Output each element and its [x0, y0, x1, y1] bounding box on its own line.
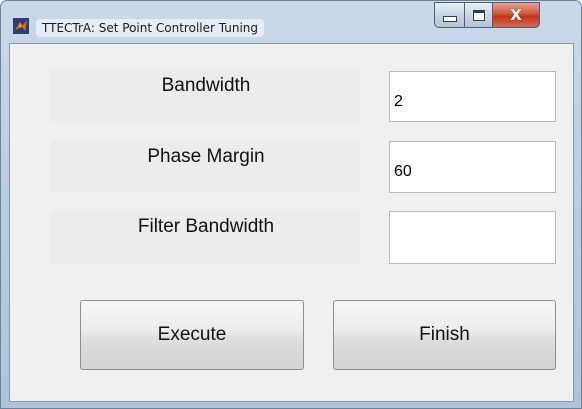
- app-window: TTECTrA: Set Point Controller Tuning X B…: [0, 0, 582, 409]
- maximize-icon: [472, 9, 485, 21]
- maximize-button[interactable]: [464, 2, 492, 28]
- dialog-body: Bandwidth 2 Phase Margin 60 Filter Bandw…: [9, 43, 574, 402]
- window-title: TTECTrA: Set Point Controller Tuning: [36, 19, 265, 37]
- execute-button[interactable]: Execute: [80, 300, 304, 370]
- minimize-button[interactable]: [434, 2, 464, 28]
- filter-bandwidth-input[interactable]: [389, 211, 556, 264]
- finish-button[interactable]: Finish: [333, 300, 556, 370]
- bandwidth-input[interactable]: 2: [389, 71, 556, 122]
- minimize-icon: [442, 16, 457, 22]
- caption-buttons: X: [434, 2, 540, 28]
- filter-bandwidth-label: Filter Bandwidth: [51, 210, 361, 264]
- matlab-icon: [13, 18, 29, 34]
- title-bar[interactable]: TTECTrA: Set Point Controller Tuning X: [1, 1, 581, 43]
- phase-margin-label: Phase Margin: [51, 140, 361, 193]
- phase-margin-input[interactable]: 60: [389, 141, 556, 193]
- bandwidth-label: Bandwidth: [51, 69, 361, 122]
- close-button[interactable]: X: [492, 2, 540, 28]
- close-icon: X: [510, 5, 522, 24]
